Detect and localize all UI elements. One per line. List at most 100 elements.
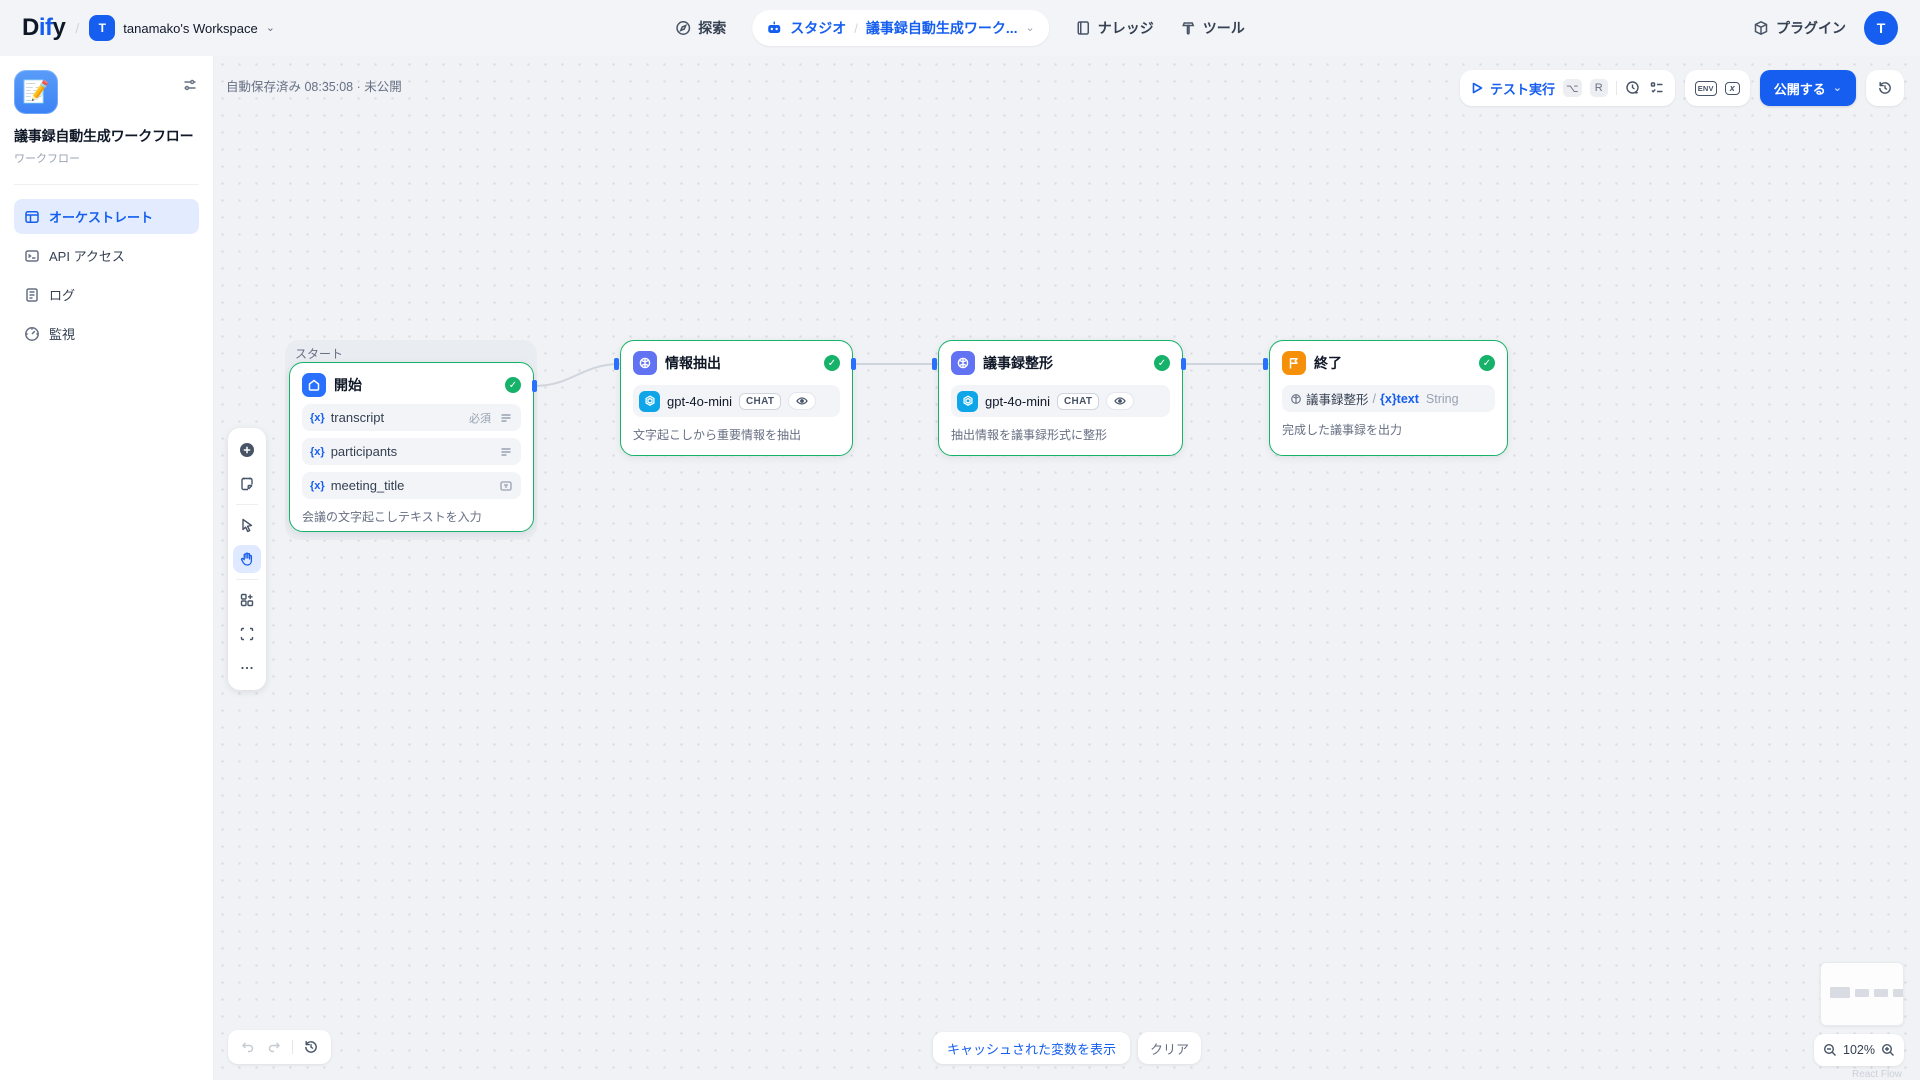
note-plus-icon — [239, 476, 255, 492]
run-tools-pill: テスト実行 ⌥ R — [1460, 70, 1675, 106]
pointer-mode-button[interactable] — [233, 511, 261, 539]
shortcut-alt-key: ⌥ — [1563, 79, 1582, 97]
node-llm-extract[interactable]: 情報抽出 ✓ gpt-4o-mini CHAT 文字起こしから重要情報を抽出 — [620, 340, 853, 456]
nav-item-plugins[interactable]: プラグイン — [1753, 18, 1846, 38]
compass-icon — [675, 20, 691, 36]
node-description: 抽出情報を議事録形式に整形 — [951, 426, 1170, 443]
add-node-button[interactable] — [233, 436, 261, 464]
minimap-node — [1855, 989, 1869, 997]
target-handle[interactable] — [932, 358, 937, 370]
openai-icon — [639, 391, 660, 412]
target-handle[interactable] — [614, 358, 619, 370]
workspace-avatar: T — [89, 15, 115, 41]
source-handle[interactable] — [1181, 358, 1186, 370]
variable-inspector-icon[interactable]: x — [1725, 82, 1740, 95]
zoom-out-button[interactable] — [1823, 1043, 1837, 1057]
undo-button[interactable] — [240, 1039, 256, 1055]
publish-button[interactable]: 公開する ⌄ — [1760, 70, 1856, 106]
checklist-icon[interactable] — [1649, 80, 1665, 96]
model-row[interactable]: gpt-4o-mini CHAT — [633, 385, 840, 417]
nav-right: プラグイン T — [1753, 11, 1898, 45]
paragraph-type-icon — [499, 445, 513, 459]
minimap[interactable] — [1820, 962, 1904, 1026]
hand-mode-button[interactable] — [233, 545, 261, 573]
variable-icon: {x} — [310, 480, 325, 492]
node-llm-format[interactable]: 議事録整形 ✓ gpt-4o-mini CHAT 抽出情報を議事録形式に整形 — [938, 340, 1183, 456]
paragraph-type-icon — [499, 411, 513, 425]
organize-blocks-button[interactable] — [233, 586, 261, 614]
variable-row-participants[interactable]: {x} participants — [302, 438, 521, 465]
zoom-level[interactable]: 102% — [1843, 1043, 1875, 1057]
source-handle[interactable] — [532, 380, 537, 392]
breadcrumb-studio[interactable]: スタジオ — [790, 18, 846, 38]
nav-item-explore[interactable]: 探索 — [675, 18, 726, 38]
variable-icon: {x} — [310, 446, 325, 458]
success-check-icon: ✓ — [1154, 355, 1170, 371]
node-header: 開始 ✓ — [302, 373, 521, 397]
sidebar-item-monitoring[interactable]: 監視 — [14, 316, 199, 351]
breadcrumb-separator: / — [854, 21, 858, 36]
success-check-icon: ✓ — [1479, 355, 1495, 371]
version-history-button[interactable] — [1866, 70, 1904, 106]
variable-name: transcript — [331, 410, 463, 425]
nav-item-label: ツール — [1203, 18, 1245, 38]
node-description: 文字起こしから重要情報を抽出 — [633, 426, 840, 443]
target-handle[interactable] — [1263, 358, 1268, 370]
vision-eye-icon — [788, 392, 816, 410]
node-header: 終了 ✓ — [1282, 351, 1495, 375]
autosave-status: 自動保存済み 08:35:08 · 未公開 — [226, 76, 402, 95]
breadcrumb-app-name[interactable]: 議事録自動生成ワーク... — [866, 18, 1018, 38]
user-avatar[interactable]: T — [1864, 11, 1898, 45]
fit-view-button[interactable] — [233, 620, 261, 648]
chevron-down-icon[interactable]: ⌄ — [1026, 23, 1035, 34]
llm-icon — [633, 351, 657, 375]
node-start[interactable]: 開始 ✓ {x} transcript 必須 {x} participants … — [289, 362, 534, 532]
test-run-button[interactable]: テスト実行 — [1470, 79, 1555, 98]
cursor-icon — [239, 517, 255, 533]
model-row[interactable]: gpt-4o-mini CHAT — [951, 385, 1170, 417]
nav-item-knowledge[interactable]: ナレッジ — [1075, 18, 1154, 38]
nav-item-tools[interactable]: ツール — [1180, 18, 1245, 38]
sidebar-item-logs[interactable]: ログ — [14, 277, 199, 312]
node-end[interactable]: 終了 ✓ 議事録整形 / {x}text String 完成した議事録を出力 — [1269, 340, 1508, 456]
show-cached-variables-button[interactable]: キャッシュされた変数を表示 — [933, 1032, 1130, 1064]
short-text-type-icon — [499, 479, 513, 493]
source-handle[interactable] — [851, 358, 856, 370]
add-note-button[interactable] — [233, 470, 261, 498]
variable-row-meeting-title[interactable]: {x} meeting_title — [302, 472, 521, 499]
run-history-icon[interactable] — [1625, 80, 1641, 96]
node-header: 情報抽出 ✓ — [633, 351, 840, 375]
change-history-button[interactable] — [303, 1039, 319, 1055]
success-check-icon: ✓ — [824, 355, 840, 371]
llm-icon — [951, 351, 975, 375]
ellipsis-icon — [239, 660, 255, 676]
nav-item-label: ナレッジ — [1098, 18, 1154, 38]
undo-redo-pill — [228, 1030, 331, 1064]
studio-breadcrumb-pill[interactable]: スタジオ / 議事録自動生成ワーク... ⌄ — [752, 10, 1049, 46]
workspace-selector[interactable]: T tanamako's Workspace ⌄ — [89, 15, 275, 41]
llm-mini-icon — [1290, 393, 1302, 405]
clear-button[interactable]: クリア — [1138, 1032, 1201, 1064]
chat-mode-badge: CHAT — [739, 393, 781, 410]
model-name: gpt-4o-mini — [985, 394, 1050, 409]
redo-button[interactable] — [266, 1039, 282, 1055]
settings-sliders-icon[interactable] — [183, 78, 197, 97]
node-title: 情報抽出 — [665, 353, 816, 373]
divider — [14, 184, 199, 185]
start-group-label: スタート — [295, 345, 343, 362]
chat-mode-badge: CHAT — [1057, 393, 1099, 410]
workflow-canvas[interactable]: 自動保存済み 08:35:08 · 未公開 テスト実行 ⌥ R ENV — [214, 56, 1920, 1080]
env-variables-icon[interactable]: ENV — [1695, 81, 1717, 96]
openai-icon — [957, 391, 978, 412]
sidebar-item-api-access[interactable]: API アクセス — [14, 238, 199, 273]
divider — [292, 1040, 293, 1054]
variable-row-transcript[interactable]: {x} transcript 必須 — [302, 404, 521, 431]
book-icon — [1075, 20, 1091, 36]
sidebar-item-orchestrate[interactable]: オーケストレート — [14, 199, 199, 234]
zoom-in-button[interactable] — [1881, 1043, 1895, 1057]
terminal-icon — [24, 248, 40, 264]
test-run-label: テスト実行 — [1490, 79, 1555, 98]
output-variable-row[interactable]: 議事録整形 / {x}text String — [1282, 385, 1495, 412]
dify-logo[interactable]: Dify — [22, 14, 65, 42]
more-options-button[interactable] — [233, 654, 261, 682]
